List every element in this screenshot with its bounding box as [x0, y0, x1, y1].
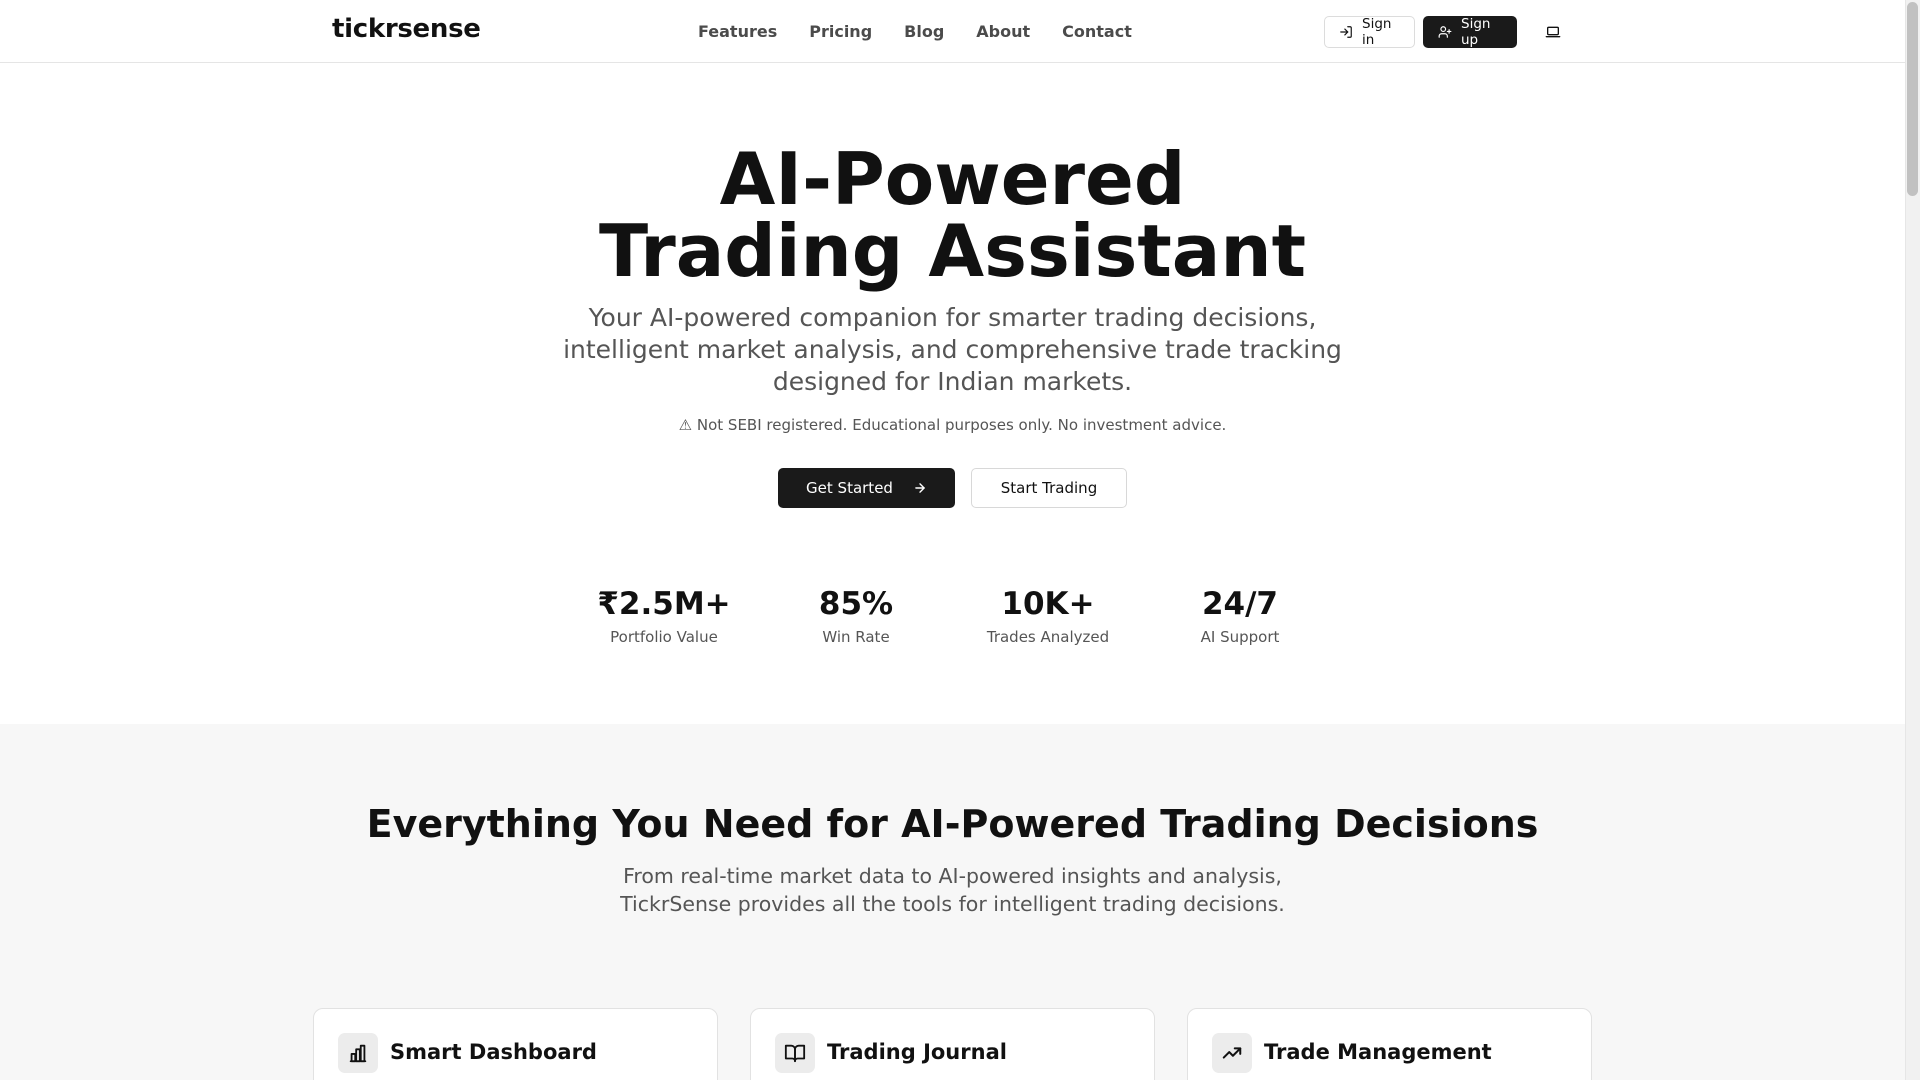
bar-chart-icon [338, 1033, 378, 1073]
trending-up-icon [1212, 1033, 1252, 1073]
stat-value: ₹2.5M+ [597, 586, 731, 622]
feature-card-title: Smart Dashboard [390, 1040, 597, 1064]
laptop-icon [1545, 25, 1561, 39]
hero-title-line2: Trading Assistant [598, 209, 1307, 293]
feature-card-title: Trading Journal [827, 1040, 1007, 1064]
book-open-icon [775, 1033, 815, 1073]
arrow-right-icon [913, 481, 927, 495]
sign-in-button[interactable]: Sign in [1324, 16, 1415, 48]
site-header: tickrsense Features Pricing Blog About C… [0, 0, 1905, 63]
sign-up-label: Sign up [1461, 16, 1491, 48]
log-in-icon [1339, 25, 1353, 39]
nav-link-blog[interactable]: Blog [904, 22, 944, 41]
logo[interactable]: tickrsense [332, 14, 481, 44]
stat-item: ₹2.5M+ Portfolio Value [569, 586, 759, 646]
hero-title: AI-Powered Trading Assistant [0, 143, 1905, 287]
feature-card-smart-dashboard[interactable]: Smart Dashboard [313, 1008, 718, 1080]
stat-value: 85% [818, 586, 894, 622]
nav-link-features[interactable]: Features [698, 22, 777, 41]
disclaimer-text: ⚠ Not SEBI registered. Educational purpo… [678, 416, 1227, 434]
feature-card-title: Trade Management [1264, 1040, 1492, 1064]
get-started-button[interactable]: Get Started [778, 468, 955, 508]
sign-up-button[interactable]: Sign up [1423, 16, 1517, 48]
features-title: Everything You Need for AI-Powered Tradi… [366, 802, 1539, 846]
stat-item: 10K+ Trades Analyzed [953, 586, 1143, 646]
nav-link-about[interactable]: About [976, 22, 1030, 41]
hero-subtitle: Your AI-powered companion for smarter tr… [563, 303, 1342, 396]
feature-card-trade-management[interactable]: Trade Management [1187, 1008, 1592, 1080]
stat-item: 24/7 AI Support [1145, 586, 1335, 646]
start-trading-button[interactable]: Start Trading [971, 468, 1127, 508]
theme-toggle-button[interactable] [1543, 24, 1563, 40]
feature-card-trading-journal[interactable]: Trading Journal [750, 1008, 1155, 1080]
stat-value: 10K+ [1001, 586, 1095, 622]
user-plus-icon [1438, 25, 1452, 39]
get-started-label: Get Started [806, 479, 893, 497]
sign-in-label: Sign in [1362, 16, 1392, 48]
scrollbar-thumb[interactable] [1907, 2, 1918, 196]
hero-actions: Get Started Start Trading [778, 468, 1127, 508]
nav-link-contact[interactable]: Contact [1062, 22, 1132, 41]
stat-label: Trades Analyzed [986, 628, 1110, 646]
features-subtitle: From real-time market data to AI-powered… [620, 864, 1285, 916]
stat-value: 24/7 [1201, 586, 1279, 622]
stat-item: 85% Win Rate [761, 586, 951, 646]
features-section: Everything You Need for AI-Powered Tradi… [0, 724, 1905, 1080]
main-nav: Features Pricing Blog About Contact [698, 22, 1132, 41]
page-scrollbar[interactable] [1905, 0, 1920, 1080]
stat-label: Win Rate [822, 628, 890, 646]
stat-label: AI Support [1200, 628, 1280, 646]
nav-link-pricing[interactable]: Pricing [809, 22, 872, 41]
stat-label: Portfolio Value [610, 628, 718, 646]
